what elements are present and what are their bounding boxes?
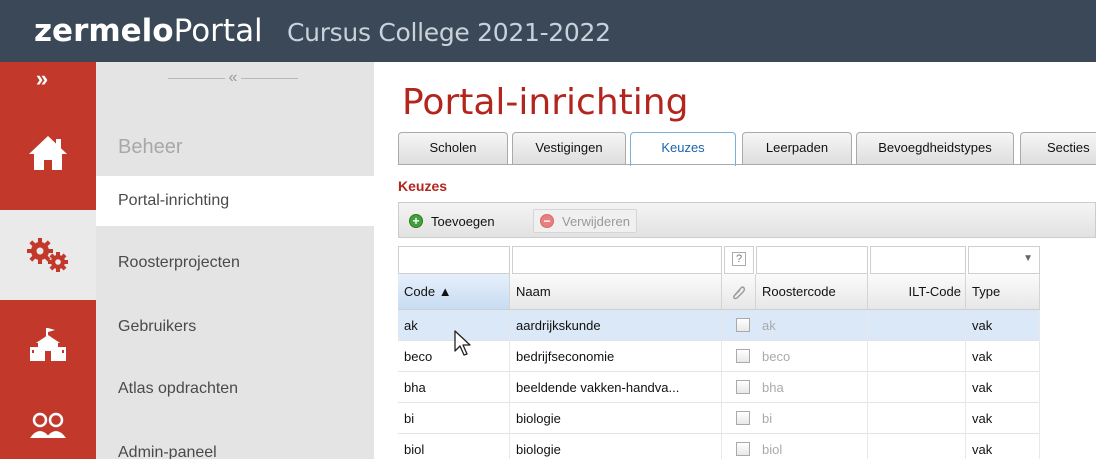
- header-row: Code ▲ Naam Roostercode ILT-Code Type: [398, 274, 1096, 310]
- school-icon: [30, 328, 66, 361]
- cell-code: bha: [398, 372, 510, 403]
- filter-code-input[interactable]: [398, 246, 510, 274]
- cell-ilt-code: [868, 310, 966, 341]
- tab-bevoegdheidstypes[interactable]: Bevoegdheidstypes: [856, 132, 1014, 164]
- menu-item-admin-paneel[interactable]: Admin-paneel: [96, 428, 374, 459]
- table-row[interactable]: ak aardrijkskunde ak vak: [398, 310, 1040, 341]
- delete-button[interactable]: − Verwijderen: [533, 209, 637, 233]
- row-checkbox[interactable]: [736, 380, 750, 394]
- column-header-naam[interactable]: Naam: [510, 274, 722, 310]
- tab-leerpaden[interactable]: Leerpaden: [742, 132, 852, 164]
- collapse-chevrons-icon: «: [228, 69, 238, 86]
- menu-heading: Beheer: [118, 136, 183, 158]
- cell-roostercode: bi: [756, 403, 868, 434]
- side-menu: « Beheer Portal-inrichting Roosterprojec…: [96, 62, 374, 459]
- cell-roostercode: biol: [756, 434, 868, 459]
- filter-naam-input[interactable]: [512, 246, 722, 274]
- row-checkbox[interactable]: [736, 411, 750, 425]
- rail-home-button[interactable]: [0, 96, 96, 210]
- cell-type: vak: [966, 341, 1040, 372]
- add-button-label: Toevoegen: [431, 213, 495, 229]
- cell-naam: biologie: [510, 434, 722, 459]
- gears-icon: [27, 238, 68, 272]
- school-name: Cursus College 2021-2022: [287, 18, 611, 47]
- icon-rail: »: [0, 62, 96, 459]
- brand-logo[interactable]: zermeloPortal: [34, 14, 263, 48]
- table-row[interactable]: bi biologie bi vak: [398, 403, 1040, 434]
- rail-school-button[interactable]: [0, 300, 96, 390]
- table-row[interactable]: bha beeldende vakken-handva... bha vak: [398, 372, 1040, 403]
- tab-scholen[interactable]: Scholen: [398, 132, 508, 164]
- row-checkbox[interactable]: [736, 442, 750, 456]
- main-content: Portal-inrichting Scholen Vestigingen Ke…: [374, 62, 1096, 459]
- cell-naam: beeldende vakken-handva...: [510, 372, 722, 403]
- cell-type: vak: [966, 310, 1040, 341]
- chevron-down-icon: ▼: [1023, 253, 1033, 264]
- table-row[interactable]: biol biologie biol vak: [398, 434, 1040, 459]
- column-header-roostercode[interactable]: Roostercode: [756, 274, 868, 310]
- cell-type: vak: [966, 403, 1040, 434]
- people-icon: [30, 412, 66, 438]
- cell-naam: aardrijkskunde: [510, 310, 722, 341]
- expand-chevrons-icon: »: [35, 66, 49, 91]
- page-title: Portal-inrichting: [402, 82, 689, 123]
- row-checkbox[interactable]: [736, 349, 750, 363]
- cell-type: vak: [966, 434, 1040, 459]
- home-icon: [29, 136, 67, 170]
- menu-item-atlas-opdrachten[interactable]: Atlas opdrachten: [96, 364, 374, 414]
- tab-vestigingen[interactable]: Vestigingen: [512, 132, 626, 164]
- cell-ilt-code: [868, 372, 966, 403]
- column-header-attachment[interactable]: [722, 274, 756, 310]
- cell-roostercode: bha: [756, 372, 868, 403]
- filter-row: ? ▼: [398, 244, 1096, 274]
- filter-roostercode-input[interactable]: [756, 246, 868, 274]
- column-header-ilt-code[interactable]: ILT-Code: [868, 274, 966, 310]
- tab-secties[interactable]: Secties: [1020, 132, 1096, 164]
- cell-type: vak: [966, 372, 1040, 403]
- menu-item-roosterprojecten[interactable]: Roosterprojecten: [96, 238, 374, 288]
- cell-naam: biologie: [510, 403, 722, 434]
- table-row[interactable]: beco bedrijfseconomie beco vak: [398, 341, 1040, 372]
- filter-type-select[interactable]: ▼: [968, 246, 1040, 274]
- rail-people-button[interactable]: [0, 390, 96, 459]
- cell-ilt-code: [868, 434, 966, 459]
- cell-ilt-code: [868, 341, 966, 372]
- cell-code: bi: [398, 403, 510, 434]
- brand-rest: Portal: [173, 13, 263, 49]
- column-header-type[interactable]: Type: [966, 274, 1040, 310]
- column-header-code[interactable]: Code ▲: [398, 274, 510, 310]
- cell-ilt-code: [868, 403, 966, 434]
- add-icon: +: [409, 214, 423, 228]
- filter-help-button[interactable]: ?: [724, 246, 754, 274]
- remove-icon: −: [540, 214, 554, 228]
- delete-button-label: Verwijderen: [562, 213, 630, 229]
- cell-roostercode: beco: [756, 341, 868, 372]
- cell-code: biol: [398, 434, 510, 459]
- grid-toolbar: + Toevoegen − Verwijderen: [398, 202, 1096, 238]
- collapse-menu-button[interactable]: «: [168, 68, 298, 88]
- menu-item-portal-inrichting[interactable]: Portal-inrichting: [96, 176, 374, 226]
- help-icon: ?: [731, 252, 747, 266]
- tab-underline: [398, 164, 1096, 165]
- row-checkbox[interactable]: [736, 318, 750, 332]
- filter-ilt-input[interactable]: [870, 246, 966, 274]
- add-button[interactable]: + Toevoegen: [403, 209, 501, 233]
- section-title: Keuzes: [398, 178, 448, 194]
- mouse-pointer-icon: [454, 330, 471, 356]
- cell-roostercode: ak: [756, 310, 868, 341]
- brand-bold: zermelo: [34, 13, 174, 49]
- menu-item-gebruikers[interactable]: Gebruikers: [96, 302, 374, 352]
- paperclip-icon: [732, 286, 746, 300]
- tab-keuzes[interactable]: Keuzes: [630, 132, 736, 166]
- expand-menu-button[interactable]: »: [0, 62, 96, 96]
- rail-settings-button[interactable]: [0, 210, 96, 300]
- cell-naam: bedrijfseconomie: [510, 341, 722, 372]
- top-bar: zermeloPortal Cursus College 2021-2022: [0, 0, 1096, 62]
